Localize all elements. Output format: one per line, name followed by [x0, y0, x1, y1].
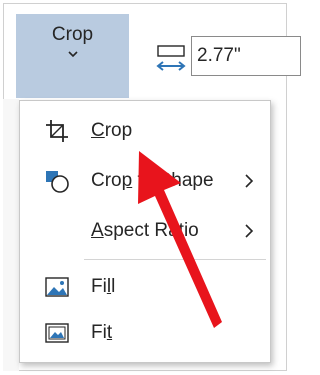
crop-to-shape-icon — [46, 171, 69, 193]
chevron-down-icon — [67, 51, 78, 58]
shape-width-input[interactable]: 2.77" — [191, 36, 301, 76]
crop-icon — [46, 120, 68, 142]
fill-picture-icon — [45, 277, 69, 297]
menu-item-label: Crop — [91, 120, 133, 141]
crop-dropdown-button[interactable]: Crop — [16, 14, 129, 98]
shape-width-icon — [156, 45, 186, 71]
ribbon-edge-strip — [3, 99, 19, 371]
menu-item-aspect-ratio[interactable]: Aspect Ratio — [20, 211, 270, 251]
menu-separator — [84, 259, 266, 260]
crop-button-label: Crop — [51, 24, 94, 45]
menu-item-fit[interactable]: Fit — [20, 313, 270, 353]
menu-item-crop[interactable]: Crop — [20, 111, 270, 151]
chevron-right-icon — [245, 224, 254, 238]
chevron-right-icon — [245, 174, 254, 188]
crop-dropdown-menu: Crop Crop to Shape Aspect Ratio Fill Fit — [19, 100, 271, 363]
fit-picture-icon — [45, 323, 69, 343]
menu-item-label: Fit — [91, 322, 113, 343]
menu-item-label: Aspect Ratio — [91, 220, 199, 241]
menu-item-label: Fill — [91, 276, 116, 297]
menu-item-crop-to-shape[interactable]: Crop to Shape — [20, 161, 270, 201]
menu-item-label: Crop to Shape — [91, 170, 214, 191]
menu-item-fill[interactable]: Fill — [20, 267, 270, 307]
